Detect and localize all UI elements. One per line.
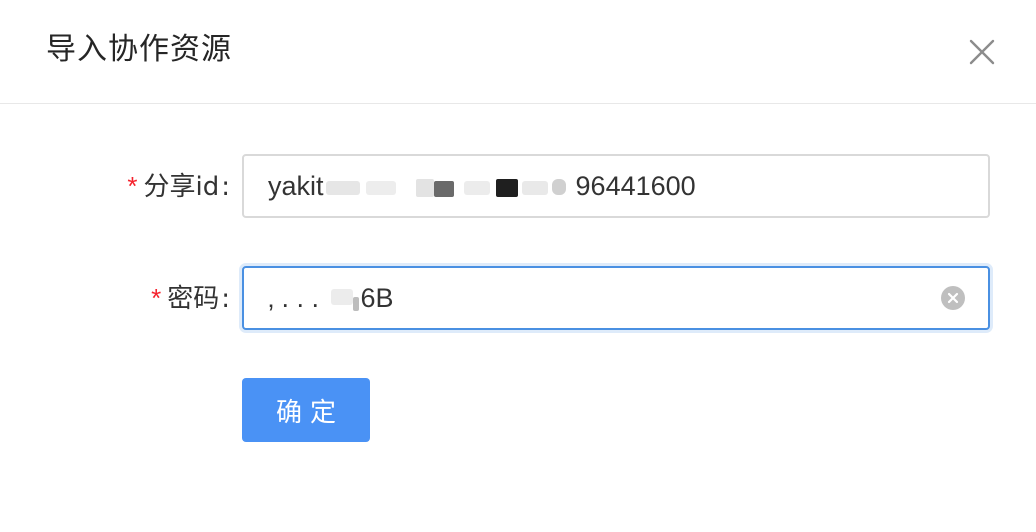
redacted-segment [327,285,361,315]
password-row: * 密码: ‚ . . . 6B [0,266,1036,330]
share-id-label-text: 分享id [143,172,220,202]
share-id-value-suffix: 96441600 [575,171,696,201]
share-id-input[interactable]: yakit 96441600 [242,154,990,218]
share-id-label: * 分享id: [127,154,230,218]
password-value: ‚ . . . 6B [268,268,394,328]
import-collab-dialog: 导入协作资源 * 分享id: yakit 96441600 * 密码: ‚ . … [0,0,1036,532]
share-id-value: yakit 96441600 [268,156,696,216]
password-label-text: 密码 [167,284,220,314]
share-id-value-prefix: yakit [268,171,324,201]
close-icon[interactable] [962,32,1002,72]
label-colon: : [221,172,230,202]
dialog-header: 导入协作资源 [0,0,1036,104]
required-mark: * [151,283,162,313]
label-colon: : [221,284,230,314]
password-value-prefix: ‚ . . . [268,283,327,313]
password-label: * 密码: [151,266,230,330]
password-value-suffix: 6B [360,283,394,313]
password-input[interactable]: ‚ . . . 6B [242,266,990,330]
required-mark: * [127,171,138,201]
redacted-segment [324,173,576,203]
confirm-button[interactable]: 确定 [242,378,370,442]
dialog-title: 导入协作资源 [46,32,232,67]
share-id-row: * 分享id: yakit 96441600 [0,154,1036,218]
clear-circle-icon[interactable] [940,285,966,311]
